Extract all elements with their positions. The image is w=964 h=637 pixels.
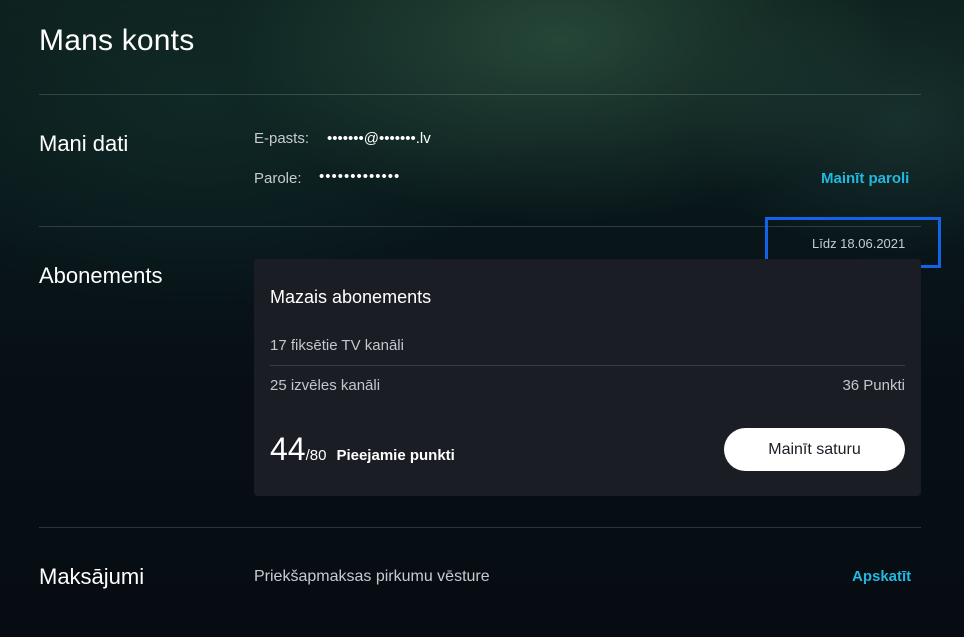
section-title-payments: Maksājumi [39,564,145,589]
divider [39,527,921,528]
choice-channels-text: 25 izvēles kanāli [270,377,381,394]
page-title: Mans konts [39,24,195,57]
password-label: Parole: [254,170,302,187]
email-label: E-pasts: [254,130,310,147]
email-value: •••••••@•••••••.lv [327,130,431,147]
divider [39,94,921,95]
change-content-button[interactable]: Mainīt saturu [724,428,905,471]
points-total: /80 [305,447,327,464]
points-available: 44 [270,431,306,467]
view-payments-link[interactable]: Apskatīt [852,568,911,585]
subscription-name: Mazais abonements [270,287,432,307]
fixed-channels-text: 17 fiksētie TV kanāli [270,337,404,354]
section-title-subscription: Abonements [39,263,163,288]
points-summary: 44/80 Pieejamie punkti [270,431,455,468]
section-title-personal: Mani dati [39,131,129,156]
change-password-link[interactable]: Mainīt paroli [821,170,909,187]
card-divider [270,365,905,366]
choice-points-text: 36 Punkti [842,377,905,394]
payments-description: Priekšapmaksas pirkumu vēsture [254,568,490,585]
password-value: ••••••••••••• [319,168,401,185]
subscription-card: Mazais abonements 17 fiksētie TV kanāli … [254,259,921,496]
points-label: Pieejamie punkti [336,447,455,464]
